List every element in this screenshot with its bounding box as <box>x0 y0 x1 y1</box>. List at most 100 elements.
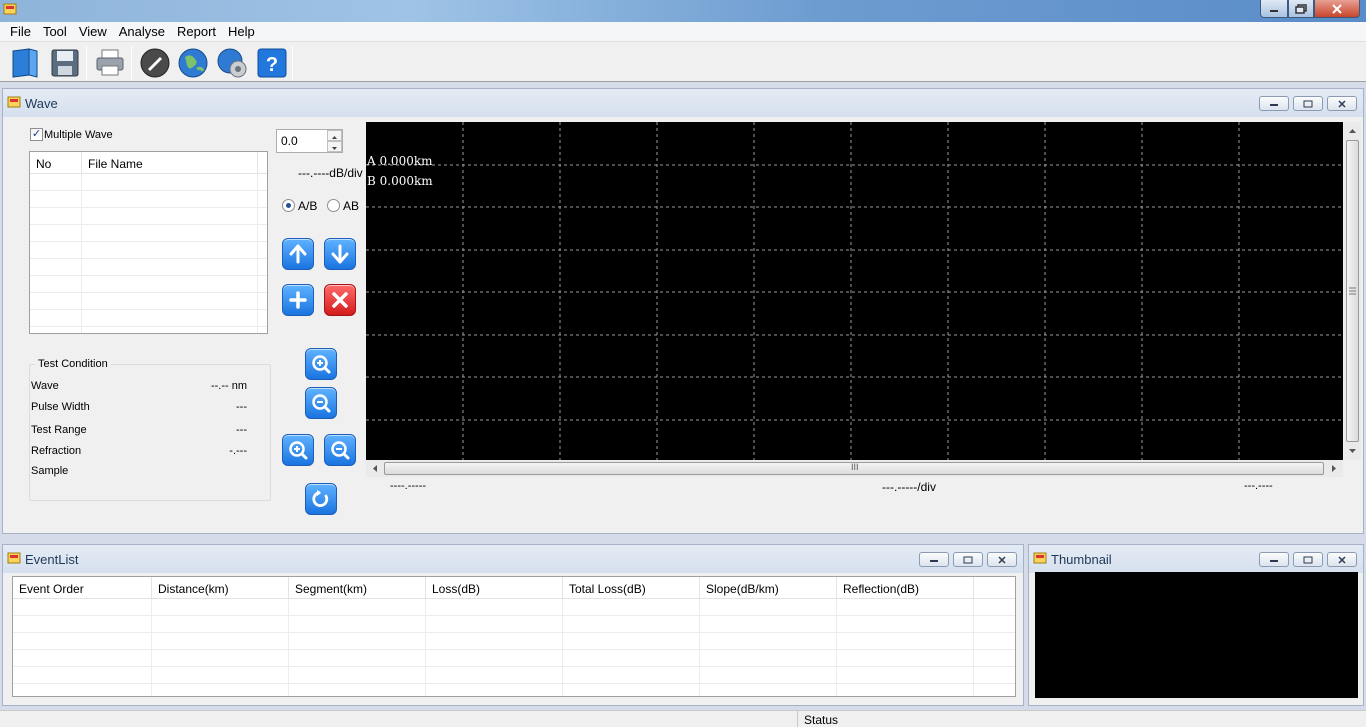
menu-file[interactable]: File <box>4 24 37 39</box>
table-row[interactable] <box>30 310 267 327</box>
spin-down-button[interactable] <box>327 141 342 152</box>
multiple-wave-label: Multiple Wave <box>44 129 113 141</box>
column-header-file-name[interactable]: File Name <box>82 152 258 174</box>
reset-zoom-button[interactable] <box>305 483 337 515</box>
column-header-segment[interactable]: Segment(km) <box>289 577 426 599</box>
table-row[interactable] <box>30 259 267 276</box>
table-row[interactable] <box>30 293 267 310</box>
scroll-grip: III <box>851 462 859 472</box>
arrow-down-icon <box>331 244 349 264</box>
x-axis-right-value: ---.---- <box>1244 480 1273 492</box>
arrow-down-icon <box>332 147 337 150</box>
table-row[interactable] <box>30 191 267 208</box>
column-header-loss[interactable]: Loss(dB) <box>426 577 563 599</box>
restore-icon <box>1295 3 1307 14</box>
table-row[interactable] <box>30 208 267 225</box>
table-row[interactable] <box>30 225 267 242</box>
menu-report[interactable]: Report <box>171 24 222 39</box>
minimize-button[interactable] <box>1260 0 1288 18</box>
trace-plot[interactable]: A 0.000km B 0.000km <box>366 122 1343 460</box>
restore-icon <box>1303 100 1313 107</box>
wave-minimize-button[interactable] <box>1259 96 1289 111</box>
eventlist-minimize-button[interactable] <box>919 552 949 567</box>
pulse-width-label: Pulse Width <box>31 401 90 413</box>
horizontal-scroll-thumb[interactable]: III <box>384 462 1324 475</box>
wave-close-button[interactable] <box>1327 96 1357 111</box>
open-icon[interactable] <box>9 47 41 79</box>
eventlist-panel-title: EventList <box>25 552 79 567</box>
zoom-in-horizontal-button[interactable] <box>282 434 314 466</box>
multiple-wave-checkbox[interactable]: ✓ <box>30 128 43 141</box>
table-row[interactable] <box>30 174 267 191</box>
restore-button[interactable] <box>1288 0 1314 18</box>
minimize-icon <box>1270 559 1278 562</box>
wave-restore-button[interactable] <box>1293 96 1323 111</box>
settings-globe-icon[interactable] <box>216 47 248 79</box>
db-spinbox[interactable]: 0.0 <box>276 129 343 153</box>
help-icon[interactable]: ? <box>256 47 288 79</box>
table-row[interactable] <box>13 650 1015 667</box>
column-header-reflection[interactable]: Reflection(dB) <box>837 577 974 599</box>
sample-label: Sample <box>31 465 69 477</box>
minimize-icon <box>930 559 938 562</box>
toolbar-separator <box>292 46 293 80</box>
spin-up-button[interactable] <box>327 130 342 141</box>
event-list-table[interactable]: Event Order Distance(km) Segment(km) Los… <box>12 576 1016 697</box>
thumbnail-close-button[interactable] <box>1327 552 1357 567</box>
table-row[interactable] <box>13 616 1015 633</box>
zoom-out-horizontal-button[interactable] <box>324 434 356 466</box>
test-range-label: Test Range <box>31 424 87 436</box>
test-range-value: --- <box>236 424 247 436</box>
move-up-button[interactable] <box>282 238 314 270</box>
print-icon[interactable] <box>94 47 126 79</box>
wave-panel-title: Wave <box>25 96 58 111</box>
thumbnail-minimize-button[interactable] <box>1259 552 1289 567</box>
column-header-event-order[interactable]: Event Order <box>13 577 152 599</box>
table-row[interactable] <box>30 276 267 293</box>
close-icon <box>998 555 1006 564</box>
column-header-slope[interactable]: Slope(dB/km) <box>700 577 837 599</box>
file-list-table[interactable]: No File Name <box>29 151 268 334</box>
plot-horizontal-scrollbar[interactable]: III <box>366 460 1343 477</box>
toolbar-separator <box>86 46 87 80</box>
zoom-out-vertical-button[interactable] <box>305 387 337 419</box>
plot-vertical-scrollbar[interactable] <box>1344 122 1361 460</box>
thumbnail-restore-button[interactable] <box>1293 552 1323 567</box>
radio-a-slash-b[interactable] <box>282 199 295 212</box>
radio-ab[interactable] <box>327 199 340 212</box>
globe-icon[interactable] <box>177 47 209 79</box>
close-icon <box>1338 99 1346 108</box>
column-header-distance[interactable]: Distance(km) <box>152 577 289 599</box>
table-row[interactable] <box>30 242 267 259</box>
pulse-width-value: --- <box>236 401 247 413</box>
marker-b-label: B 0.000km <box>367 174 433 188</box>
column-header-no[interactable]: No <box>30 152 82 174</box>
close-button[interactable] <box>1314 0 1360 18</box>
refresh-icon <box>312 490 329 507</box>
zoom-in-vertical-button[interactable] <box>305 348 337 380</box>
table-row[interactable] <box>13 667 1015 684</box>
eventlist-close-button[interactable] <box>987 552 1017 567</box>
table-row[interactable] <box>13 599 1015 616</box>
eventlist-panel-titlebar: EventList <box>3 545 1023 573</box>
vertical-scroll-thumb[interactable] <box>1346 140 1359 442</box>
delete-button[interactable] <box>324 284 356 316</box>
add-button[interactable] <box>282 284 314 316</box>
eventlist-restore-button[interactable] <box>953 552 983 567</box>
restore-icon <box>963 556 973 563</box>
menu-help[interactable]: Help <box>222 24 261 39</box>
radio-ab-label: AB <box>343 199 360 213</box>
move-down-button[interactable] <box>324 238 356 270</box>
test-condition-title: Test Condition <box>35 358 111 370</box>
save-icon[interactable] <box>49 47 81 79</box>
menu-view[interactable]: View <box>73 24 113 39</box>
zoom-in-icon <box>289 441 308 460</box>
menu-analyse[interactable]: Analyse <box>113 24 171 39</box>
column-header-total-loss[interactable]: Total Loss(dB) <box>563 577 700 599</box>
minimize-icon <box>1270 9 1278 12</box>
menu-tool[interactable]: Tool <box>37 24 73 39</box>
table-row[interactable] <box>13 633 1015 650</box>
zoom-in-icon <box>312 355 331 374</box>
thumbnail-view[interactable] <box>1035 572 1358 698</box>
edit-icon[interactable] <box>139 47 171 79</box>
